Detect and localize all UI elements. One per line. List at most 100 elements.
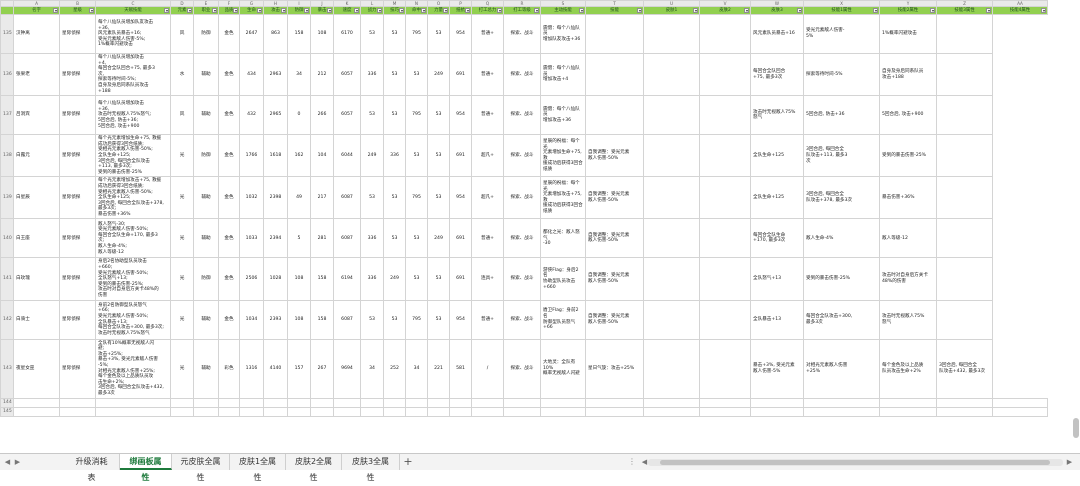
table-cell[interactable]: 53 [383, 299, 406, 340]
table-cell[interactable]: 53 [427, 257, 450, 301]
header-cell[interactable]: 生命 [239, 6, 264, 15]
table-cell[interactable]: 2398 [263, 176, 288, 220]
header-cell[interactable]: 攻击 [263, 6, 288, 15]
table-cell[interactable] [193, 406, 219, 417]
table-cell[interactable]: 自我调整：受光元素 敌人伤害-50% [585, 134, 644, 178]
table-cell[interactable] [263, 397, 288, 408]
table-cell[interactable] [59, 406, 96, 417]
header-cell[interactable]: 技能2属性 [879, 6, 937, 15]
header-cell[interactable]: 皮肤2 [699, 6, 751, 15]
sheet-tab[interactable]: 皮肤1全属性 [230, 454, 286, 482]
table-cell[interactable]: 691 [449, 52, 472, 97]
table-cell[interactable] [471, 406, 504, 417]
table-cell[interactable]: 探索、战斗 [503, 218, 541, 259]
table-cell[interactable] [360, 406, 384, 417]
table-cell[interactable] [936, 299, 993, 340]
table-cell[interactable] [287, 397, 311, 408]
table-cell[interactable]: 108 [287, 257, 311, 301]
table-cell[interactable] [405, 397, 428, 408]
table-cell[interactable]: 49 [287, 176, 311, 220]
table-cell[interactable] [427, 406, 450, 417]
table-cell[interactable] [992, 406, 1048, 417]
table-cell[interactable] [383, 397, 406, 408]
filter-dropdown-icon[interactable] [637, 8, 642, 13]
table-cell[interactable] [699, 406, 751, 417]
table-cell[interactable]: 1618 [263, 134, 288, 178]
header-cell[interactable]: 战力 [360, 6, 384, 15]
table-cell[interactable]: 1316 [239, 338, 264, 399]
table-cell[interactable]: 受到的暴击伤害-25% [803, 257, 880, 301]
table-cell[interactable]: 104 [310, 134, 334, 178]
table-cell[interactable]: 53 [360, 95, 384, 136]
table-cell[interactable]: 336 [360, 52, 384, 97]
row-number[interactable]: 143 [0, 338, 14, 399]
table-cell[interactable] [585, 52, 644, 97]
header-cell[interactable]: 技能1属性 [803, 6, 880, 15]
table-cell[interactable]: 自我调整：受光元素 敌人伤害-50% [585, 257, 644, 301]
table-cell[interactable]: 53 [383, 52, 406, 97]
filter-dropdown-icon[interactable] [257, 8, 262, 13]
table-cell[interactable]: 金色 [218, 218, 240, 259]
table-cell[interactable]: 敌人等级-12 [879, 218, 937, 259]
table-cell[interactable] [585, 397, 644, 408]
table-cell[interactable] [699, 176, 751, 220]
table-cell[interactable]: 863 [263, 14, 288, 54]
table-cell[interactable]: 212 [310, 52, 334, 97]
header-cell[interactable]: 天赋技能 [95, 6, 171, 15]
scroll-left-arrow-icon[interactable]: ◀ [641, 458, 648, 466]
table-cell[interactable]: 249 [427, 218, 450, 259]
table-cell[interactable] [471, 397, 504, 408]
table-cell[interactable]: 白玫瑰 [13, 257, 60, 301]
filter-dropdown-icon[interactable] [465, 8, 470, 13]
table-cell[interactable]: 金色 [218, 299, 240, 340]
table-cell[interactable]: 954 [449, 176, 472, 220]
filter-dropdown-icon[interactable] [497, 8, 502, 13]
table-cell[interactable]: 对相光元素敌人伤害 +25% [803, 338, 880, 399]
table-cell[interactable]: / [471, 338, 504, 399]
table-cell[interactable]: 防御 [193, 257, 219, 301]
table-cell[interactable]: 张果老 [13, 52, 60, 97]
table-cell[interactable]: 星际侦探 [59, 95, 96, 136]
row-number[interactable]: 138 [0, 134, 14, 178]
table-cell[interactable]: 6087 [333, 218, 361, 259]
table-cell[interactable] [643, 95, 700, 136]
table-cell[interactable]: 6057 [333, 95, 361, 136]
sheet-tab[interactable]: 皮肤2全属性 [286, 454, 342, 482]
row-number[interactable]: 136 [0, 52, 14, 97]
table-cell[interactable]: 辅助 [193, 52, 219, 97]
table-cell[interactable]: 敌人怒气-30; 受光元素敌人伤害-50%; 每回合全队生命+170, 最多3 … [95, 218, 171, 259]
table-cell[interactable]: 星际侦探 [59, 338, 96, 399]
table-cell[interactable] [540, 397, 586, 408]
spreadsheet-grid-area[interactable]: ABCDEFGHIJKLMNOPQRSTUVWXYZAAAB名字星级天赋技能元素… [0, 0, 1080, 453]
table-cell[interactable]: 691 [449, 134, 472, 178]
table-cell[interactable]: 1766 [239, 134, 264, 178]
table-cell[interactable]: 795 [405, 95, 428, 136]
table-cell[interactable]: 全队怒气+13 [750, 257, 804, 301]
table-cell[interactable]: 吕洞宾 [13, 95, 60, 136]
table-cell[interactable] [643, 257, 700, 301]
table-cell[interactable]: 53 [427, 134, 450, 178]
table-cell[interactable]: 受光元素敌人伤害- 5% [803, 14, 880, 54]
table-cell[interactable]: 星际侦探 [59, 218, 96, 259]
table-cell[interactable]: 探索、战斗 [503, 176, 541, 220]
data-table[interactable]: ABCDEFGHIJKLMNOPQRSTUVWXYZAAAB名字星级天赋技能元素… [0, 0, 1048, 417]
table-cell[interactable]: 震慑：每个八仙队员 增加攻击+4 [540, 52, 586, 97]
sheet-tab[interactable]: 升级消耗表 [64, 454, 120, 482]
table-cell[interactable]: 受到的暴击伤害-25% [879, 134, 937, 178]
filter-dropdown-icon[interactable] [873, 8, 878, 13]
table-cell[interactable]: 157 [287, 338, 311, 399]
table-cell[interactable]: 954 [449, 299, 472, 340]
table-cell[interactable]: 1034 [239, 299, 264, 340]
table-cell[interactable]: 星际侦探 [59, 134, 96, 178]
table-cell[interactable]: 自身及身后同系队员 攻击+188 [879, 52, 937, 97]
table-cell[interactable]: 金色 [218, 95, 240, 136]
filter-dropdown-icon[interactable] [187, 8, 192, 13]
table-cell[interactable] [992, 397, 1048, 408]
table-cell[interactable] [263, 406, 288, 417]
filter-dropdown-icon[interactable] [930, 8, 935, 13]
vertical-scrollbar-thumb[interactable] [1073, 418, 1079, 438]
header-cell[interactable]: 名字 [13, 6, 60, 15]
table-cell[interactable] [936, 257, 993, 301]
table-cell[interactable] [239, 406, 264, 417]
table-cell[interactable]: 攻击时对自身后方关卡 48%的伤害 [879, 257, 937, 301]
